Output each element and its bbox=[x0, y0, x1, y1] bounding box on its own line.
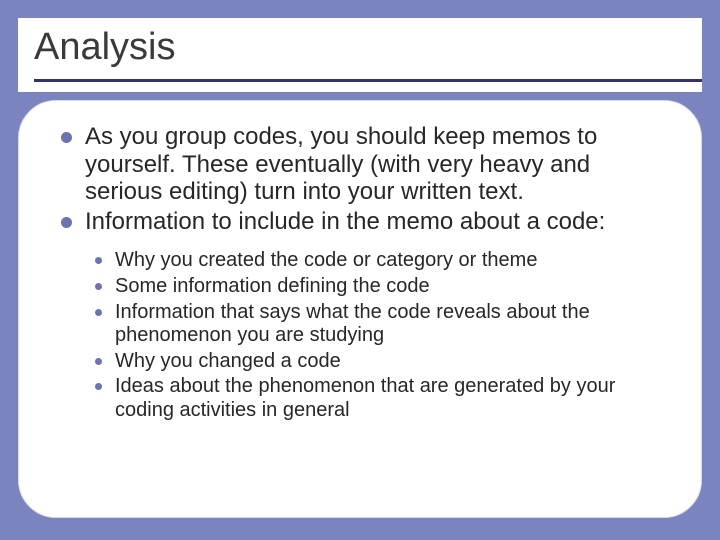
title-box: Analysis bbox=[18, 18, 702, 92]
title-underline bbox=[34, 79, 702, 82]
bullet-list: As you group codes, you should keep memo… bbox=[59, 123, 663, 235]
bullet-item: Information to include in the memo about… bbox=[59, 208, 663, 236]
sub-bullet-item: Some information defining the code bbox=[93, 275, 663, 299]
slide: Analysis As you group codes, you should … bbox=[0, 0, 720, 540]
sub-bullet-item: Ideas about the phenomenon that are gene… bbox=[93, 375, 663, 422]
sub-bullet-list: Why you created the code or category or … bbox=[93, 249, 663, 422]
slide-title: Analysis bbox=[34, 26, 686, 69]
content-panel: As you group codes, you should keep memo… bbox=[18, 100, 702, 518]
sub-bullet-item: Why you changed a code bbox=[93, 350, 663, 374]
bullet-item: As you group codes, you should keep memo… bbox=[59, 123, 663, 206]
sub-bullet-item: Why you created the code or category or … bbox=[93, 249, 663, 273]
sub-bullet-item: Information that says what the code reve… bbox=[93, 301, 663, 348]
